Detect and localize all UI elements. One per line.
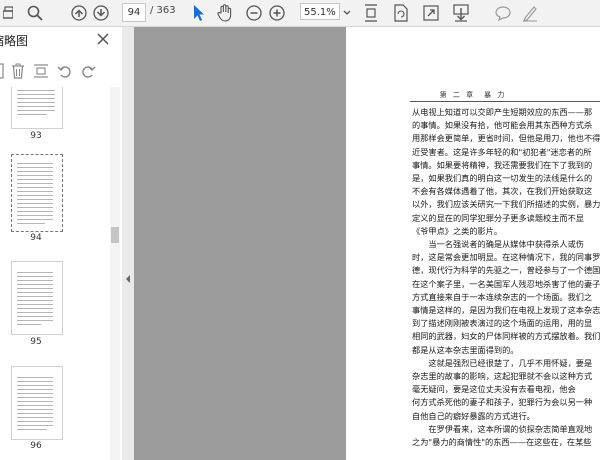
text-line: 德，现代行为科学的先驱之一，曾经参与了一个德国 — [412, 265, 600, 276]
text-line: 到了描述刚刚被表演过的这个场面的运用，用的显 — [412, 318, 593, 329]
thumbnail-label: 96 — [30, 441, 42, 451]
fit-page-icon[interactable] — [362, 2, 380, 23]
insert-page-icon[interactable] — [0, 63, 4, 83]
rotate-left-icon[interactable] — [57, 63, 73, 83]
thumbnail-sidebar: 缩略图 93 — [0, 27, 123, 460]
zoom-level-field[interactable]: 55.1% — [300, 3, 340, 20]
page-number-input[interactable] — [122, 3, 146, 22]
thumbnail-label: 93 — [30, 131, 42, 141]
text-line: 时，这是常会更加明显。在这种情况下，我的同事罗伊· — [412, 252, 600, 263]
select-cursor-icon[interactable] — [190, 2, 206, 23]
text-line: 定义的显在的同学犯罪分子更多读题校主而不显 — [412, 212, 584, 223]
page-total: / 363 — [150, 5, 176, 16]
thumbnail-label: 94 — [30, 233, 42, 243]
viewer-background — [134, 27, 346, 460]
extract-page-icon[interactable] — [33, 63, 49, 83]
running-head: 第 二 章 暴 力 — [439, 91, 507, 99]
text-line: 事情。如果要将精神，我还需要我们在下了我到的 — [412, 159, 593, 170]
comment-icon[interactable] — [493, 2, 513, 23]
sidebar-scrollbar[interactable] — [110, 87, 120, 460]
text-line: 之为"暴力的商情性"的东西——在这些在，在某些 — [412, 437, 592, 448]
rotate-right-icon[interactable] — [80, 63, 96, 83]
page-thumbnail[interactable] — [11, 366, 63, 440]
pen-icon[interactable] — [520, 2, 540, 23]
text-line: 在罗伊看来，这本所谓的侦探杂志简单直观地 — [412, 423, 593, 434]
header-rule — [410, 101, 600, 102]
text-line: 何方式杀死他的妻子和孩子，犯罪行为会以另一种 — [412, 397, 593, 408]
download-icon[interactable] — [451, 2, 471, 23]
text-line: 当一名强说者的确是从媒体中获得杀人或伤 — [412, 239, 584, 250]
document-page: 第 二 章 暴 力 从电视上知道可以交即产生短期效应的东西——那 的事情。如果没… — [346, 27, 600, 460]
text-line: 是，如果我们真的明白这一切发生的法线是什么的 — [412, 173, 593, 184]
page-thumbnail[interactable] — [11, 87, 63, 129]
zoom-in-icon[interactable] — [268, 2, 286, 23]
text-line: 杂志里的故事的影响，这起犯罪就不会以这种方式 — [412, 371, 593, 382]
previous-page-icon[interactable] — [70, 2, 88, 23]
page-thumbnail-selected[interactable] — [11, 154, 63, 232]
text-line: 的事情。如果没有拾，他可能会用其东西种方式杀 — [412, 120, 593, 131]
text-line: 事情是这样的，是因为我们在电视上发现了这本杂志 — [412, 305, 600, 316]
zoom-dropdown-icon[interactable] — [342, 5, 352, 19]
text-line: 这就是强烈已经很楚了，几乎不用怀疑，要是 — [412, 357, 593, 368]
text-line: 都是从这本杂志里面得到的。 — [412, 344, 519, 355]
text-line: 方式直接来自于一本连续杂志的一个场面。我们之 — [412, 291, 593, 302]
sidebar-splitter[interactable] — [122, 27, 134, 460]
text-line: 以外，我们应该关研究一下我们所描述的实例，暴力 — [412, 199, 600, 210]
sidebar-scrollbar-thumb[interactable] — [111, 227, 119, 243]
thumbnail-list: 93 94 95 96 — [0, 87, 110, 460]
rotate-page-icon[interactable] — [392, 2, 410, 23]
text-line: 自他自己的癖好暴露的方式进行。 — [412, 410, 535, 421]
text-line: 毫无疑问，要是这位丈夫没有去看电视，他会 — [412, 384, 576, 395]
collapse-sidebar-icon[interactable] — [124, 270, 132, 283]
thumbnail-label: 95 — [30, 337, 42, 347]
text-line: 近受害者。这是许多年轻的和"初犯者"迷恋者的所 — [412, 146, 592, 157]
zoom-out-icon[interactable] — [245, 2, 263, 23]
fullscreen-icon[interactable] — [422, 2, 440, 23]
delete-icon[interactable] — [11, 63, 25, 83]
text-line: 用那样会更简单，更省时间，但他是用刀，他也不得 — [412, 133, 600, 144]
thumbnail-toolbar — [0, 59, 122, 83]
text-line: 相同的武器，妇女的尸体同样被的方式摆放着。我们 — [412, 331, 600, 342]
next-page-icon[interactable] — [92, 2, 110, 23]
search-icon[interactable] — [25, 2, 45, 23]
page-thumbnail[interactable] — [11, 261, 63, 335]
close-icon[interactable] — [96, 31, 112, 47]
text-line: 不会有各媒体遇着了他，其次，在我们开始获取这 — [412, 186, 593, 197]
text-line: 《爷甲点》之类的影片。 — [412, 225, 503, 236]
sidebar-title: 缩略图 — [0, 34, 29, 48]
text-line: 从电视上知道可以交即产生短期效应的东西——那 — [412, 107, 593, 117]
text-line: 在这个案子里，一名美国军人残忍地杀害了他的妻子 — [412, 278, 600, 289]
print-icon[interactable] — [2, 2, 14, 23]
document-body: 从电视上知道可以交即产生短期效应的东西——那 的事情。如果没有拾，他可能会用其东… — [412, 106, 600, 449]
hand-tool-icon[interactable] — [215, 2, 235, 23]
toolbar: / 363 55.1% — [0, 0, 600, 27]
